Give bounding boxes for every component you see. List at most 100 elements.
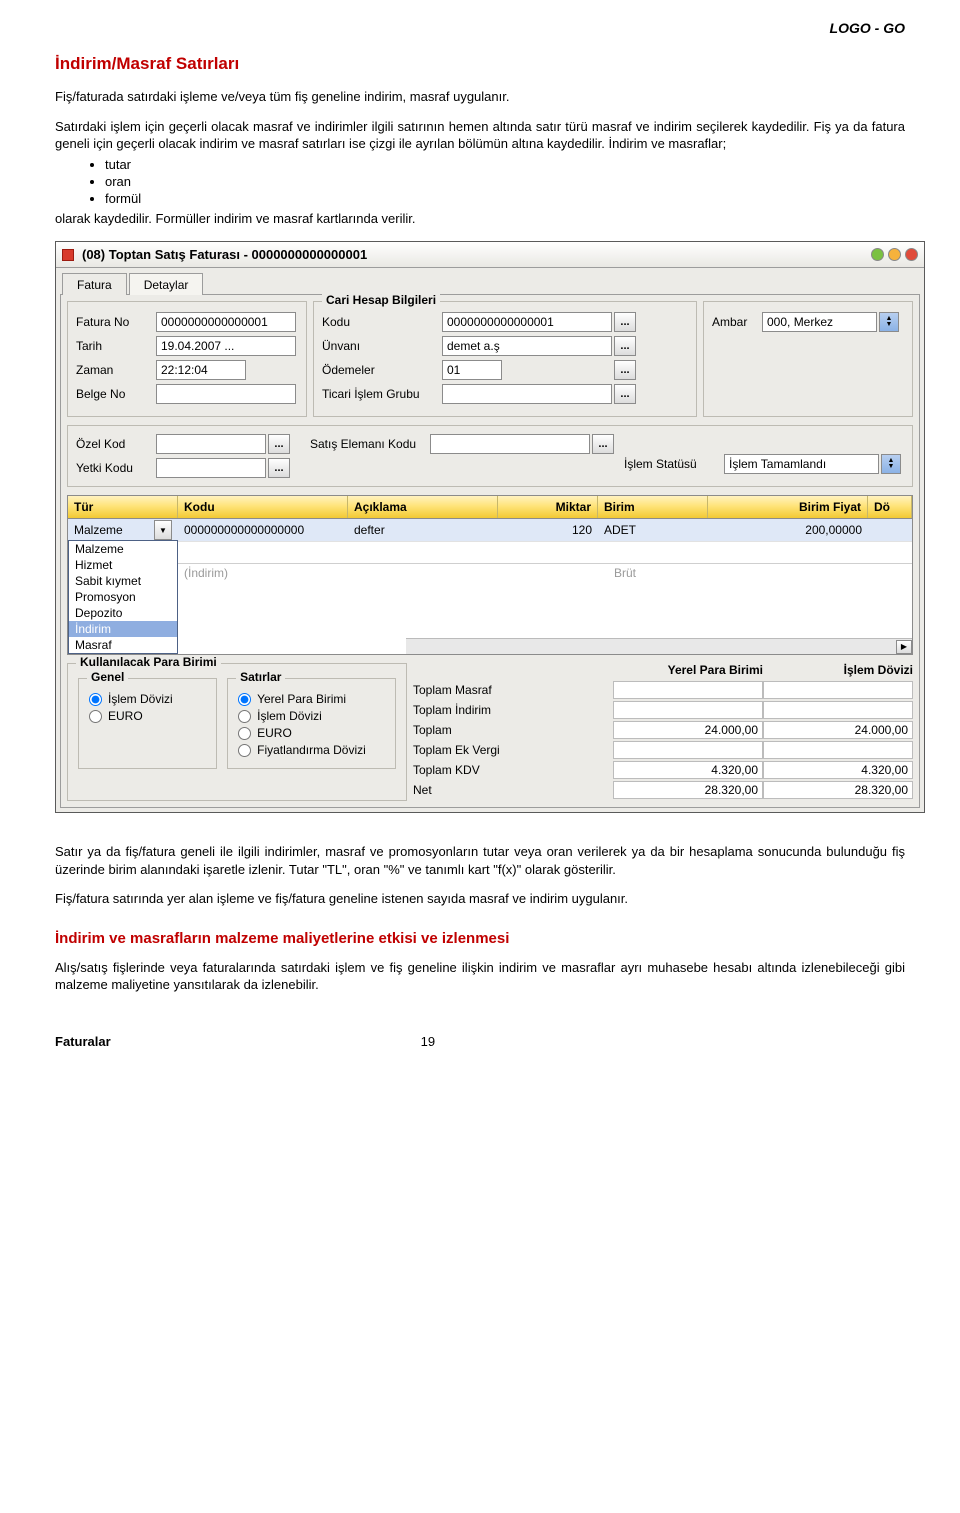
- cell-miktar[interactable]: 120: [498, 521, 598, 539]
- odemeler-input[interactable]: [442, 360, 502, 380]
- tur-option[interactable]: Hizmet: [69, 557, 177, 573]
- col-tur[interactable]: Tür: [68, 496, 178, 518]
- col-aciklama[interactable]: Açıklama: [348, 496, 498, 518]
- islem-statusu-input[interactable]: [724, 454, 879, 474]
- unvani-lookup-button[interactable]: ...: [614, 336, 636, 356]
- horizontal-scrollbar[interactable]: ▶: [406, 638, 912, 654]
- sub-paragraph: Alış/satış fişlerinde veya faturalarında…: [55, 959, 905, 994]
- satir-opt-fd[interactable]: [238, 744, 251, 757]
- kpb-legend: Kullanılacak Para Birimi: [76, 655, 221, 669]
- tarih-input[interactable]: [156, 336, 296, 356]
- cell-birim[interactable]: ADET: [598, 521, 708, 539]
- totals-label: Toplam: [413, 723, 613, 737]
- tab-detaylar[interactable]: Detaylar: [129, 273, 204, 295]
- unvani-input[interactable]: [442, 336, 612, 356]
- ambar-input[interactable]: [762, 312, 877, 332]
- genel-opt-euro[interactable]: [89, 710, 102, 723]
- tur-dropdown-list[interactable]: Malzeme Hizmet Sabit kıymet Promosyon De…: [68, 540, 178, 654]
- satirlar-legend: Satırlar: [236, 670, 285, 684]
- fatura-no-label: Fatura No: [76, 315, 156, 329]
- satir-opt-label: Yerel Para Birimi: [257, 692, 346, 706]
- kodu-label: Kodu: [322, 315, 442, 329]
- totals-value: [613, 701, 763, 719]
- ozel-kod-input[interactable]: [156, 434, 266, 454]
- yetki-kodu-label: Yetki Kodu: [76, 461, 156, 475]
- tur-option[interactable]: Depozito: [69, 605, 177, 621]
- tur-option[interactable]: Masraf: [69, 637, 177, 653]
- tur-option[interactable]: Sabit kıymet: [69, 573, 177, 589]
- cell-tur-value: Malzeme: [74, 523, 123, 537]
- totals-label: Toplam İndirim: [413, 703, 613, 717]
- tig-label: Ticari İşlem Grubu: [322, 387, 442, 401]
- close-button[interactable]: [905, 248, 918, 261]
- zaman-label: Zaman: [76, 363, 156, 377]
- titlebar: (08) Toptan Satış Faturası - 00000000000…: [56, 242, 924, 268]
- satis-elemani-label: Satış Elemanı Kodu: [310, 437, 430, 451]
- totals-value: 28.320,00: [763, 781, 913, 799]
- fatura-no-input[interactable]: [156, 312, 296, 332]
- satir-opt-label: Fiyatlandırma Dövizi: [257, 743, 366, 757]
- app-icon: [62, 249, 74, 261]
- scroll-right-button[interactable]: ▶: [896, 640, 912, 654]
- hint-indirim: (İndirim): [184, 566, 294, 580]
- tur-option-selected[interactable]: İndirim: [69, 621, 177, 637]
- after-paragraph-1: Satır ya da fiş/fatura geneli ile ilgili…: [55, 843, 905, 878]
- ozel-kod-lookup-button[interactable]: ...: [268, 434, 290, 454]
- belge-no-input[interactable]: [156, 384, 296, 404]
- tab-fatura[interactable]: Fatura: [62, 273, 127, 295]
- genel-opt-label: EURO: [108, 709, 143, 723]
- totals-head-id: İşlem Dövizi: [763, 663, 913, 677]
- satir-opt-id[interactable]: [238, 710, 251, 723]
- zaman-input[interactable]: [156, 360, 246, 380]
- odemeler-lookup-button[interactable]: ...: [614, 360, 636, 380]
- app-window: (08) Toptan Satış Faturası - 00000000000…: [55, 241, 925, 813]
- tur-option[interactable]: Promosyon: [69, 589, 177, 605]
- maximize-button[interactable]: [888, 248, 901, 261]
- islem-statusu-spin-button[interactable]: ▲▼: [881, 454, 901, 474]
- col-miktar[interactable]: Miktar: [498, 496, 598, 518]
- tur-option[interactable]: Malzeme: [69, 541, 177, 557]
- kodu-lookup-button[interactable]: ...: [614, 312, 636, 332]
- left-fields-box: Fatura No Tarih Zaman Belge No: [67, 301, 307, 417]
- grid-hint-row: (İndirim) Brüt: [178, 563, 912, 582]
- tig-input[interactable]: [442, 384, 612, 404]
- col-doviz[interactable]: Dö: [868, 496, 912, 518]
- satir-opt-ypb[interactable]: [238, 693, 251, 706]
- grid-body: Malzeme ▼ 000000000000000000 defter 120 …: [68, 519, 912, 654]
- cell-aciklama[interactable]: defter: [348, 521, 498, 539]
- satir-opt-euro[interactable]: [238, 727, 251, 740]
- totals-value: [763, 741, 913, 759]
- genel-legend: Genel: [87, 670, 128, 684]
- col-birim[interactable]: Birim: [598, 496, 708, 518]
- after-paragraph-2: Fiş/fatura satırında yer alan işleme ve …: [55, 890, 905, 908]
- cell-birim-fiyat[interactable]: 200,00000: [708, 521, 868, 539]
- genel-opt-islem-dovizi[interactable]: [89, 693, 102, 706]
- grid-row-selected[interactable]: Malzeme ▼ 000000000000000000 defter 120 …: [68, 519, 912, 541]
- genel-group: Genel İşlem Dövizi EURO: [78, 678, 217, 769]
- totals-value: 4.320,00: [763, 761, 913, 779]
- unvani-label: Ünvanı: [322, 339, 442, 353]
- cell-kodu[interactable]: 000000000000000000: [178, 521, 348, 539]
- tig-lookup-button[interactable]: ...: [614, 384, 636, 404]
- totals-value: [613, 681, 763, 699]
- ambar-box: Ambar ▲▼: [703, 301, 913, 417]
- col-birim-fiyat[interactable]: Birim Fiyat: [708, 496, 868, 518]
- ambar-spin-button[interactable]: ▲▼: [879, 312, 899, 332]
- totals-value: [763, 681, 913, 699]
- hint-brut: Brüt: [614, 566, 734, 580]
- bullet-item: formül: [105, 191, 905, 206]
- form-panel: Fatura No Tarih Zaman Belge No Cari Hesa…: [60, 294, 920, 808]
- satis-elemani-input[interactable]: [430, 434, 590, 454]
- satir-opt-label: İşlem Dövizi: [257, 709, 322, 723]
- totals-label: Net: [413, 783, 613, 797]
- yetki-kodu-lookup-button[interactable]: ...: [268, 458, 290, 478]
- yetki-kodu-input[interactable]: [156, 458, 266, 478]
- satis-elemani-lookup-button[interactable]: ...: [592, 434, 614, 454]
- grid-empty-row[interactable]: [178, 541, 912, 563]
- col-kodu[interactable]: Kodu: [178, 496, 348, 518]
- minimize-button[interactable]: [871, 248, 884, 261]
- tur-dropdown-button[interactable]: ▼: [154, 520, 172, 540]
- footer-section: Faturalar: [55, 1034, 111, 1049]
- totals-value: 24.000,00: [763, 721, 913, 739]
- kodu-input[interactable]: [442, 312, 612, 332]
